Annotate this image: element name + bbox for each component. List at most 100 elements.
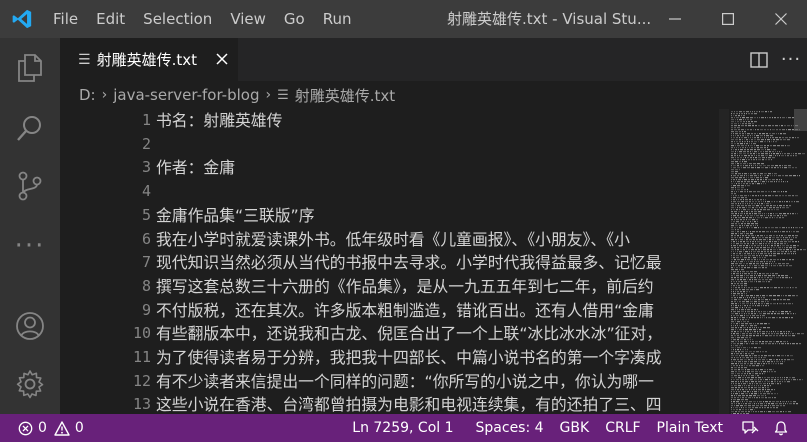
minimap-mark [744, 143, 745, 145]
line-text[interactable]: 金庸作品集“三联版”序 [156, 204, 720, 227]
minimap-mark [759, 239, 762, 241]
minimap-mark [754, 117, 756, 119]
line-text[interactable]: 我在小学时就爱读课外书。低年级时看《儿童画报》、《小朋友》、《小 [156, 228, 720, 251]
minimap-mark [758, 359, 761, 361]
minimap-mark [765, 255, 768, 257]
minimap-mark [762, 335, 764, 337]
minimap-mark [761, 357, 762, 359]
minimap-mark [766, 273, 769, 275]
minimap-mark [731, 275, 733, 277]
vscode-logo-icon[interactable] [0, 0, 44, 38]
minimap-mark [779, 235, 780, 237]
minimap-mark [787, 155, 789, 157]
breadcrumb-drive[interactable]: D: [79, 86, 96, 104]
minimap-mark [752, 265, 753, 267]
menu-run[interactable]: Run [314, 0, 361, 38]
menu-selection[interactable]: Selection [134, 0, 221, 38]
line-text[interactable]: 书名：射雕英雄传 [156, 109, 720, 132]
source-control-button[interactable] [0, 158, 60, 214]
minimap-mark [774, 173, 777, 175]
minimap-mark [748, 353, 750, 355]
more-actions-button[interactable]: ··· [775, 38, 807, 81]
editor-area[interactable]: 1 书名：射雕英雄传 2 3 作者：金庸 4 5 金庸作品集“三联版”序 6 我… [60, 109, 807, 414]
menu-file[interactable]: File [44, 0, 87, 38]
menu-go[interactable]: Go [275, 0, 314, 38]
search-button[interactable] [0, 100, 60, 156]
cursor-position[interactable]: Ln 7259, Col 1 [346, 414, 459, 442]
line-text[interactable]: 撰写这套总数三十六册的《作品集》，是从一九五五年到七二年，前后约 [156, 275, 720, 298]
problems-indicator[interactable]: 0 0 [18, 414, 84, 442]
minimap-mark [735, 377, 737, 379]
minimap-mark [752, 219, 755, 221]
minimap-mark [795, 227, 798, 229]
minimap-mark [734, 235, 736, 237]
minimap-mark [740, 341, 743, 343]
minimap-mark [733, 383, 734, 385]
minimap-mark [770, 391, 771, 393]
minimap-mark [766, 241, 768, 243]
notifications-button[interactable] [767, 414, 795, 442]
minimap-mark [743, 329, 744, 331]
minimap[interactable] [729, 109, 807, 414]
minimap-mark [740, 147, 741, 149]
minimap-mark [741, 223, 743, 225]
minimap-mark [739, 307, 741, 309]
minimap-mark [759, 371, 760, 373]
breadcrumb-folder[interactable]: java-server-for-blog [113, 86, 259, 104]
minimize-button[interactable] [648, 0, 701, 38]
minimap-mark [743, 241, 745, 243]
tab-active-file[interactable]: ☰ 射雕英雄传.txt [60, 38, 238, 81]
explorer-button[interactable] [0, 40, 60, 96]
minimap-mark [734, 299, 737, 301]
minimap-mark [731, 389, 734, 391]
menu-edit[interactable]: Edit [87, 0, 134, 38]
minimap-mark [784, 247, 785, 249]
line-text[interactable]: 有不少读者来信提出一个同样的问题：“你所写的小说之中，你认为哪一 [156, 370, 720, 393]
minimap-mark [754, 379, 757, 381]
minimap-mark [742, 395, 745, 397]
minimap-mark [779, 129, 781, 131]
minimap-mark [796, 403, 798, 405]
minimap-mark [733, 293, 736, 295]
minimap-mark [761, 155, 764, 157]
encoding-setting[interactable]: GBK [554, 414, 596, 442]
minimap-mark [759, 373, 761, 375]
minimap-mark [765, 199, 766, 201]
close-window-button[interactable] [754, 0, 807, 38]
minimap-mark [765, 237, 768, 239]
line-text[interactable]: 为了使得读者易于分辨，我把我十四部长、中篇小说书名的第一个字凑成 [156, 346, 720, 369]
minimap-mark [769, 245, 770, 247]
line-text[interactable]: 有些翻版本中，还说我和古龙、倪匡合出了一个上联“冰比冰水冰”征对， [156, 322, 720, 345]
menu-view[interactable]: View [221, 0, 275, 38]
manage-button[interactable] [0, 356, 60, 412]
minimap-mark [731, 295, 732, 297]
more-views-button[interactable]: ··· [0, 218, 60, 274]
scrollbar-thumb[interactable] [794, 109, 807, 131]
maximize-button[interactable] [701, 0, 754, 38]
line-text[interactable]: 这些小说在香港、台湾都曾拍摄为电影和电视连续集，有的还拍了三、四 [156, 393, 720, 414]
line-text[interactable]: 不付版税，还在其次。许多版本粗制滥造，错讹百出。还有人借用“金庸 [156, 299, 720, 322]
language-mode[interactable]: Plain Text [651, 414, 729, 442]
split-editor-button[interactable] [743, 38, 775, 81]
minimap-mark [735, 387, 737, 389]
eol-setting[interactable]: CRLF [599, 414, 646, 442]
tab-close-button[interactable] [213, 50, 231, 68]
indentation-setting[interactable]: Spaces: 4 [470, 414, 550, 442]
minimap-mark [758, 297, 760, 299]
minimap-mark [770, 135, 773, 137]
feedback-button[interactable] [735, 414, 765, 442]
minimap-mark [733, 287, 734, 289]
breadcrumb-file[interactable]: 射雕英雄传.txt [295, 85, 395, 106]
minimap-mark [767, 301, 769, 303]
minimap-mark [731, 211, 733, 213]
accounts-button[interactable] [0, 298, 60, 354]
minimap-mark [750, 409, 753, 411]
minimap-mark [744, 243, 746, 245]
minimap-mark [799, 175, 800, 177]
line-text[interactable]: 现代知识当然必须从当代的书报中去寻求。小学时代我得益最多、记忆最 [156, 251, 720, 274]
minimap-mark [767, 139, 770, 141]
minimap-mark [760, 199, 762, 201]
line-text[interactable]: 作者：金庸 [156, 156, 720, 179]
minimap-mark [770, 231, 771, 233]
minimap-mark [767, 361, 770, 363]
